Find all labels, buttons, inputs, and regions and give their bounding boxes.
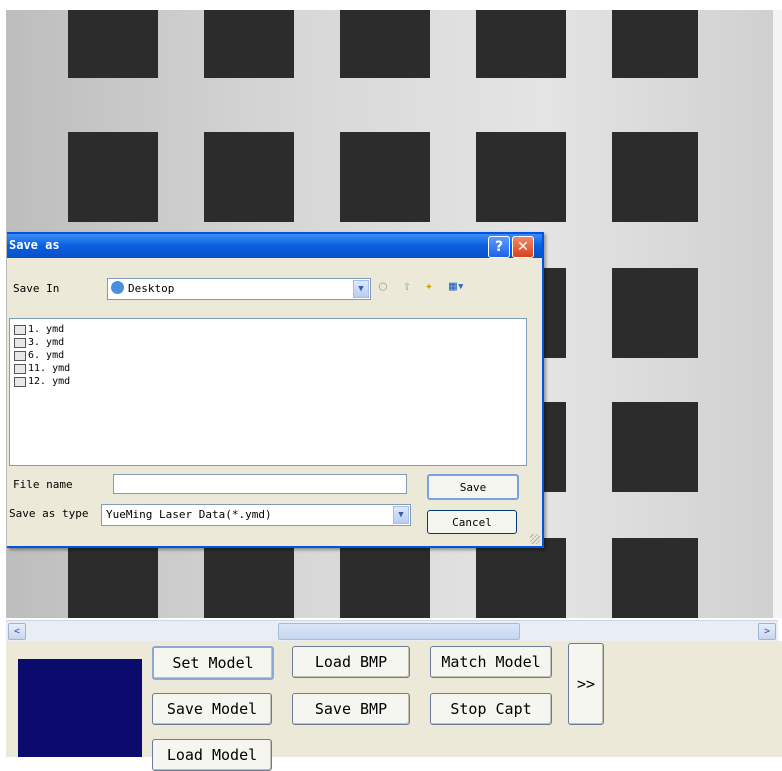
control-panel: Set Model Load BMP Match Model >> Save M… bbox=[6, 641, 782, 771]
grid-square bbox=[340, 10, 430, 78]
save-as-type-label: Save as type bbox=[9, 507, 89, 520]
list-item[interactable]: 3. ymd bbox=[14, 337, 64, 348]
file-name-input[interactable] bbox=[113, 474, 407, 494]
file-name-label: File name bbox=[13, 478, 73, 491]
view-menu-icon[interactable]: ▦▾ bbox=[449, 279, 465, 294]
horizontal-scrollbar[interactable]: < > bbox=[6, 620, 778, 641]
scroll-thumb[interactable] bbox=[278, 623, 520, 640]
stop-capt-button[interactable]: Stop Capt bbox=[430, 693, 552, 725]
grid-square bbox=[612, 10, 698, 78]
save-model-button[interactable]: Save Model bbox=[152, 693, 272, 725]
save-in-value: Desktop bbox=[128, 282, 175, 295]
grid-square bbox=[340, 538, 430, 618]
grid-square bbox=[476, 132, 566, 222]
save-as-type-value: YueMing Laser Data(*.ymd) bbox=[106, 508, 272, 521]
close-button[interactable]: ✕ bbox=[512, 236, 534, 258]
save-as-type-combo[interactable]: YueMing Laser Data(*.ymd) ▼ bbox=[101, 504, 411, 526]
grid-square bbox=[68, 10, 158, 78]
chevron-down-icon[interactable]: ▼ bbox=[353, 280, 369, 298]
new-folder-icon[interactable]: ✦ bbox=[425, 279, 433, 294]
chevron-down-icon[interactable]: ▼ bbox=[393, 506, 409, 524]
list-item[interactable]: 11. ymd bbox=[14, 363, 70, 374]
desktop-icon bbox=[111, 281, 124, 294]
scroll-right-button[interactable]: > bbox=[758, 623, 776, 640]
close-icon: ✕ bbox=[517, 239, 529, 255]
chevron-right-icon: > bbox=[763, 626, 771, 637]
list-item[interactable]: 6. ymd bbox=[14, 350, 64, 361]
dialog-titlebar[interactable]: Save as ? ✕ bbox=[7, 234, 542, 258]
file-icon bbox=[14, 350, 26, 361]
grid-square bbox=[68, 132, 158, 222]
more-button[interactable]: >> bbox=[568, 643, 604, 725]
grid-square bbox=[340, 132, 430, 222]
file-icon bbox=[14, 337, 26, 348]
grid-square bbox=[612, 132, 698, 222]
grid-square bbox=[476, 538, 566, 618]
list-item[interactable]: 12. ymd bbox=[14, 376, 70, 387]
grid-square bbox=[612, 538, 698, 618]
match-model-button[interactable]: Match Model bbox=[430, 646, 552, 678]
scroll-left-button[interactable]: < bbox=[8, 623, 26, 640]
load-bmp-button[interactable]: Load BMP bbox=[292, 646, 410, 678]
vertical-scrollbar-strip[interactable] bbox=[773, 10, 782, 618]
file-icon bbox=[14, 376, 26, 387]
color-swatch bbox=[18, 659, 142, 757]
grid-square bbox=[204, 10, 294, 78]
file-icon bbox=[14, 324, 26, 335]
up-folder-icon[interactable]: ⇧ bbox=[403, 279, 411, 294]
help-button[interactable]: ? bbox=[488, 236, 510, 258]
grid-square bbox=[68, 538, 158, 618]
resize-grip[interactable] bbox=[530, 534, 540, 544]
list-item[interactable]: 1. ymd bbox=[14, 324, 64, 335]
file-list[interactable]: 1. ymd 3. ymd 6. ymd 11. ymd 12. ymd bbox=[9, 318, 527, 466]
grid-square bbox=[612, 268, 698, 358]
help-icon: ? bbox=[494, 239, 504, 255]
set-model-button[interactable]: Set Model bbox=[152, 646, 274, 680]
save-in-combo[interactable]: Desktop ▼ bbox=[107, 278, 371, 300]
grid-square bbox=[476, 10, 566, 78]
save-as-dialog: Save as ? ✕ Save In Desktop ▼ ◯ ⇧ ✦ ▦▾ 1… bbox=[7, 232, 544, 548]
save-bmp-button[interactable]: Save BMP bbox=[292, 693, 410, 725]
back-icon[interactable]: ◯ bbox=[379, 279, 387, 294]
grid-square bbox=[204, 132, 294, 222]
chevron-left-icon: < bbox=[13, 626, 21, 637]
dialog-title: Save as bbox=[9, 238, 60, 252]
save-in-label: Save In bbox=[13, 282, 60, 295]
cancel-button[interactable]: Cancel bbox=[427, 510, 517, 534]
file-icon bbox=[14, 363, 26, 374]
load-model-button[interactable]: Load Model bbox=[152, 739, 272, 771]
grid-square bbox=[612, 402, 698, 492]
save-button[interactable]: Save bbox=[427, 474, 519, 500]
grid-square bbox=[204, 538, 294, 618]
